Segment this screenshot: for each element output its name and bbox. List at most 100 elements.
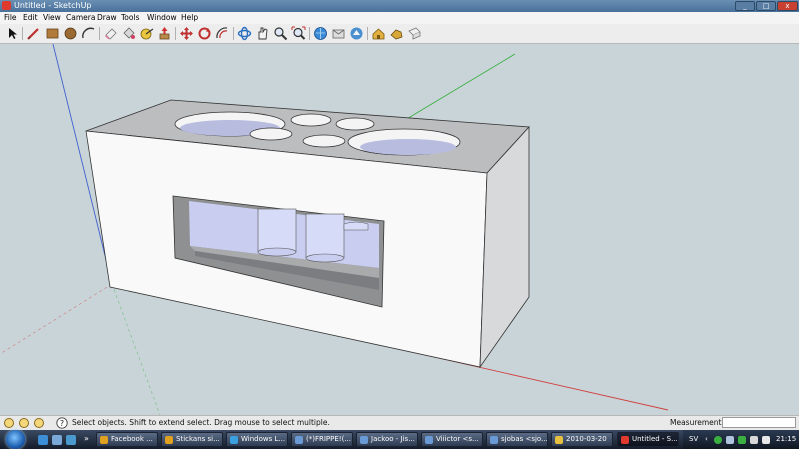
zoom-extents-icon[interactable] — [291, 26, 306, 41]
menu-edit[interactable]: Edit — [23, 13, 38, 23]
show-desktop-icon[interactable] — [52, 435, 62, 445]
measurements-input[interactable] — [722, 417, 796, 428]
toolbar-separator — [99, 27, 100, 40]
taskbar-item[interactable]: Jackoo - Jis... — [356, 432, 418, 447]
rectangle-icon[interactable] — [45, 26, 60, 41]
user-icon[interactable] — [34, 418, 44, 428]
taskbar-item[interactable]: Stickans si... — [161, 432, 223, 447]
windows-live-icon — [230, 436, 238, 444]
toolbar-separator — [233, 27, 234, 40]
tape-measure-icon[interactable] — [139, 26, 154, 41]
network-icon[interactable] — [750, 436, 758, 444]
main-toolbar — [0, 24, 799, 44]
menu-camera[interactable]: Camera — [66, 13, 95, 23]
toolbar-separator — [22, 27, 23, 40]
zoom-icon[interactable] — [273, 26, 288, 41]
status-bar: ? Select objects. Shift to extend select… — [0, 415, 799, 430]
svg-text:?: ? — [60, 419, 64, 428]
cylinder-1-base — [257, 247, 297, 257]
cylinder-2[interactable] — [305, 213, 345, 259]
maximize-button[interactable]: □ — [756, 1, 776, 11]
toolbar-separator — [309, 27, 310, 40]
security-tray-icon[interactable] — [738, 436, 746, 444]
toolbar-separator — [175, 27, 176, 40]
eraser-icon[interactable] — [103, 26, 118, 41]
pencil-line-icon[interactable] — [26, 26, 41, 41]
start-button[interactable] — [6, 430, 25, 449]
menu-tools[interactable]: Tools — [121, 13, 139, 23]
windows-taskbar: » Facebook ... Stickans si... Windows L.… — [0, 430, 799, 449]
push-pull-icon[interactable] — [157, 26, 172, 41]
messenger-icon — [425, 436, 433, 444]
taskbar-item-active[interactable]: Untitled - S... — [617, 432, 679, 447]
taskbar-item[interactable]: sjobas <sjo... — [486, 432, 548, 447]
title-bar: Untitled - SketchUp _ □ x — [0, 0, 799, 12]
taskbar-item[interactable]: Viiictor <s... — [421, 432, 483, 447]
move-icon[interactable] — [179, 26, 194, 41]
sketchup-taskbar-icon — [621, 436, 629, 444]
small-hole-2[interactable] — [335, 117, 375, 131]
messenger-icon — [360, 436, 368, 444]
large-hole-right-interior — [360, 139, 456, 155]
clock[interactable]: 21:15 — [776, 430, 796, 449]
taskbar-item[interactable]: Windows L... — [226, 432, 288, 447]
cylinder-2-base — [305, 253, 345, 263]
get-models-icon[interactable] — [313, 26, 328, 41]
green-axis-negative — [111, 283, 161, 415]
pan-icon[interactable] — [255, 26, 270, 41]
messenger-tray-icon[interactable] — [714, 436, 722, 444]
arc-icon[interactable] — [81, 26, 96, 41]
taskbar-item[interactable]: (*)FRIPPE!(... — [291, 432, 353, 447]
orbit-icon[interactable] — [237, 26, 252, 41]
close-button[interactable]: x — [777, 1, 798, 11]
small-hole-3[interactable] — [249, 127, 293, 141]
warehouse-icon[interactable] — [371, 26, 386, 41]
small-hole-4[interactable] — [302, 134, 346, 148]
messenger-icon — [490, 436, 498, 444]
menu-draw[interactable]: Draw — [97, 13, 117, 23]
rotate-icon[interactable] — [197, 26, 212, 41]
geo-location-icon[interactable] — [4, 418, 14, 428]
green-axis — [404, 53, 516, 121]
volume-icon[interactable] — [762, 436, 770, 444]
ie-quicklaunch-icon[interactable] — [38, 435, 48, 445]
messenger-icon — [295, 436, 303, 444]
folder-icon — [555, 436, 563, 444]
red-axis-negative — [0, 283, 113, 355]
quicklaunch-overflow-icon[interactable]: » — [84, 434, 89, 443]
model-canvas — [0, 44, 669, 415]
chrome-icon — [100, 436, 108, 444]
section-icon[interactable] — [407, 26, 422, 41]
tray-app-icon[interactable] — [726, 436, 734, 444]
system-tray: SV ‹ 21:15 — [683, 430, 799, 449]
chrome-icon — [165, 436, 173, 444]
minimize-button[interactable]: _ — [735, 1, 755, 11]
menu-window[interactable]: Window — [147, 13, 177, 23]
cylinder-3[interactable] — [343, 221, 369, 231]
components-icon[interactable] — [349, 26, 364, 41]
camera-icon[interactable] — [389, 26, 404, 41]
small-hole-1[interactable] — [290, 113, 332, 127]
maximize-icon: □ — [762, 2, 770, 10]
share-model-icon[interactable] — [331, 26, 346, 41]
taskbar-item[interactable]: Facebook ... — [96, 432, 158, 447]
select-icon[interactable] — [5, 26, 20, 41]
menu-file[interactable]: File — [4, 13, 17, 23]
minimize-icon: _ — [743, 2, 747, 10]
taskbar-item[interactable]: 2010-03-20 — [551, 432, 613, 447]
credits-icon[interactable] — [19, 418, 29, 428]
offset-icon[interactable] — [215, 26, 230, 41]
circle-icon[interactable] — [63, 26, 78, 41]
language-indicator[interactable]: SV — [689, 430, 698, 449]
cylinder-1[interactable] — [257, 208, 297, 253]
close-icon: x — [785, 2, 790, 10]
status-message: Select objects. Shift to extend select. … — [72, 418, 330, 427]
window-title: Untitled - SketchUp — [14, 1, 92, 10]
switch-windows-icon[interactable] — [66, 435, 76, 445]
menu-view[interactable]: View — [43, 13, 61, 23]
menu-help[interactable]: Help — [181, 13, 198, 23]
tray-expand-icon[interactable]: ‹ — [705, 430, 708, 449]
drawing-viewport[interactable] — [0, 44, 799, 415]
paint-bucket-icon[interactable] — [121, 26, 136, 41]
help-icon[interactable]: ? — [56, 417, 68, 429]
